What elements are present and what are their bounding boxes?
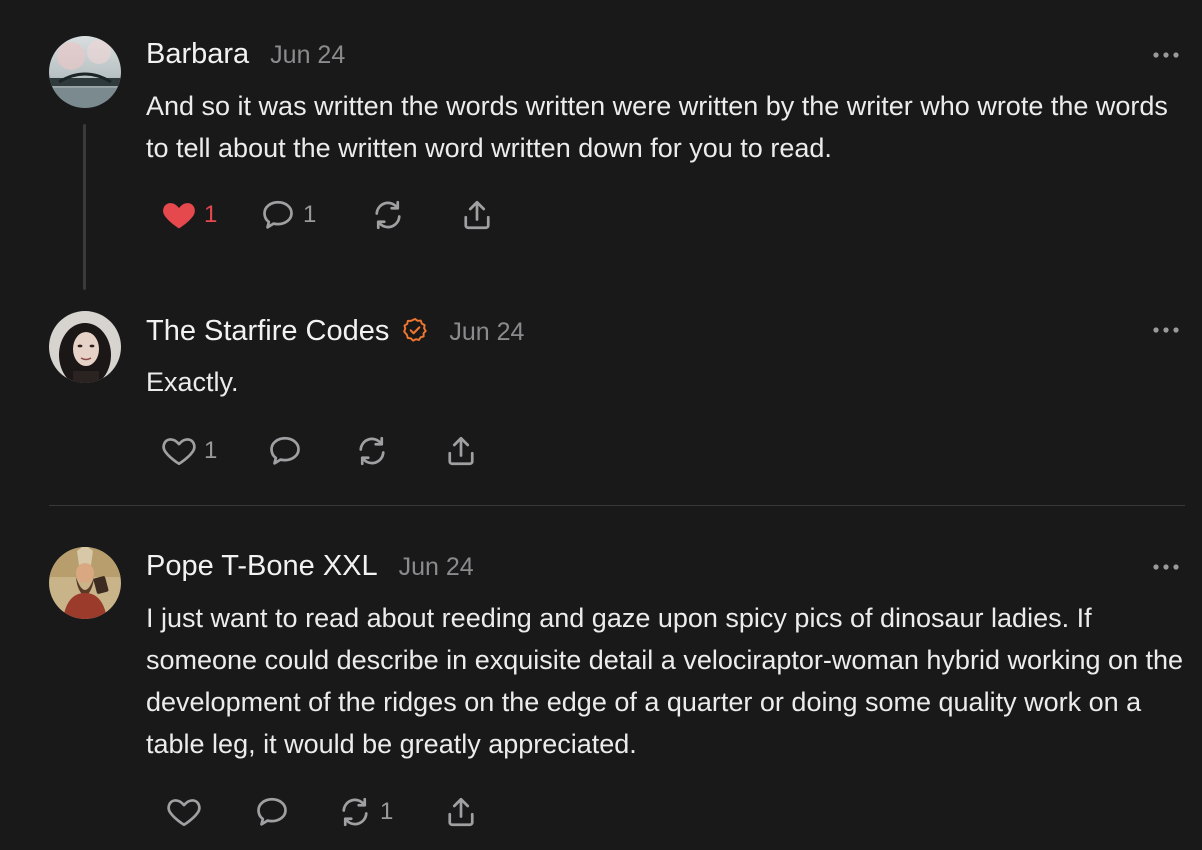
share-icon (448, 436, 474, 466)
share-icon (448, 797, 474, 827)
comment-date[interactable]: Jun 24 (449, 318, 524, 347)
share-button[interactable] (442, 431, 480, 471)
restack-button[interactable] (369, 195, 413, 235)
restack-button[interactable]: 1 (336, 792, 393, 832)
share-button[interactable] (458, 195, 496, 235)
reply-button[interactable]: 1 (259, 195, 316, 235)
verified-badge-icon (403, 317, 428, 342)
author-name[interactable]: Pope T-Bone XXL (146, 550, 378, 583)
more-horizontal-icon[interactable] (1152, 50, 1180, 60)
reply-count: 1 (303, 201, 317, 228)
comment-text: And so it was written the words written … (146, 91, 1168, 163)
speech-bubble-icon (263, 200, 293, 229)
like-button[interactable]: 1 (160, 431, 217, 471)
avatar-starfire-codes[interactable] (49, 311, 121, 383)
avatar-pope-t-bone[interactable] (49, 547, 121, 619)
heart-icon (163, 203, 195, 229)
like-button[interactable]: 1 (160, 195, 217, 235)
heart-icon (167, 799, 201, 827)
speech-bubble-icon (257, 797, 287, 826)
share-icon (464, 200, 490, 230)
comment-text: Exactly. (146, 367, 239, 397)
like-count: 1 (204, 201, 218, 228)
restack-count: 1 (380, 798, 394, 825)
avatar-barbara[interactable] (49, 36, 121, 108)
restack-icon (375, 200, 401, 230)
restack-icon (359, 436, 385, 466)
comment-date[interactable]: Jun 24 (399, 553, 474, 582)
share-button[interactable] (442, 792, 480, 832)
reply-button[interactable] (266, 431, 310, 471)
comment-divider (49, 505, 1185, 506)
more-horizontal-icon[interactable] (1152, 562, 1180, 572)
like-button[interactable] (165, 792, 209, 832)
comment-text: I just want to read about reeding and ga… (146, 603, 1184, 759)
restack-icon (342, 797, 368, 827)
restack-button[interactable] (353, 431, 397, 471)
author-name[interactable]: Barbara (146, 38, 249, 71)
author-name[interactable]: The Starfire Codes (146, 315, 389, 348)
speech-bubble-icon (270, 436, 300, 465)
heart-icon (162, 438, 196, 466)
more-horizontal-icon[interactable] (1152, 325, 1180, 335)
reply-button[interactable] (253, 792, 297, 832)
like-count: 1 (204, 437, 218, 464)
comment-date[interactable]: Jun 24 (270, 41, 345, 70)
